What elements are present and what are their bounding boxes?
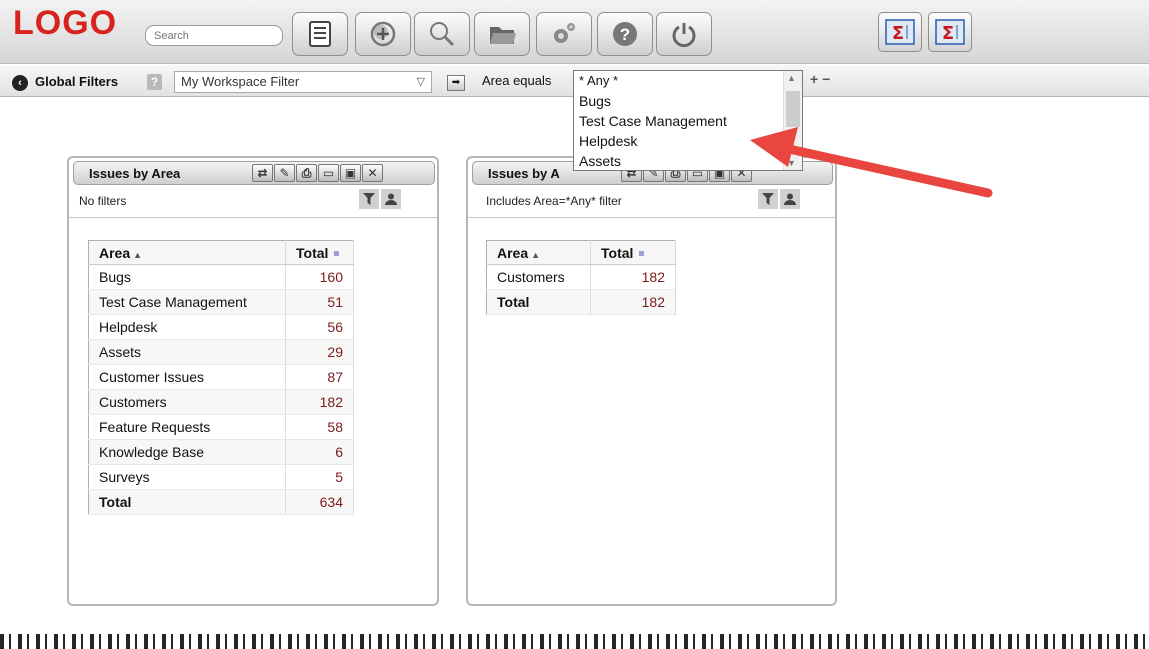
- scroll-thumb[interactable]: [786, 91, 800, 127]
- user-icon[interactable]: [381, 189, 401, 209]
- column-header-total[interactable]: Total: [285, 240, 354, 265]
- table-row: Assets 29: [88, 339, 354, 365]
- area-cell: Customers: [88, 389, 286, 415]
- grand-total-cell[interactable]: 182: [590, 289, 676, 315]
- total-row: Total 634: [88, 489, 354, 515]
- list-button[interactable]: [292, 12, 348, 56]
- find-button[interactable]: [414, 12, 470, 56]
- cropped-bottom-strip: [0, 634, 1149, 649]
- sum-button-1[interactable]: Σ: [878, 12, 922, 52]
- table-row: Customer Issues 87: [88, 364, 354, 390]
- refresh-icon[interactable]: ⇄: [252, 164, 273, 182]
- logo: LOGO: [13, 4, 118, 42]
- total-cell[interactable]: 160: [285, 264, 354, 290]
- svg-text:Σ: Σ: [942, 23, 954, 44]
- area-cell: Helpdesk: [88, 314, 286, 340]
- search-input[interactable]: [145, 25, 283, 46]
- folder-button[interactable]: [474, 12, 530, 56]
- workspace-filter-select[interactable]: My Workspace Filter ▽: [174, 71, 432, 93]
- panel-title: Issues by Area: [89, 166, 181, 181]
- edit-icon[interactable]: ✎: [274, 164, 295, 182]
- area-cell: Customer Issues: [88, 364, 286, 390]
- sum-button-2[interactable]: Σ: [928, 12, 972, 52]
- add-icon: [370, 21, 396, 47]
- add-remove-filter-buttons[interactable]: + −: [810, 71, 830, 87]
- panel-divider: [468, 217, 835, 218]
- chevron-down-icon: ▽: [416, 76, 425, 88]
- filter-icon[interactable]: [359, 189, 379, 209]
- close-icon[interactable]: ✕: [362, 164, 383, 182]
- issues-by-area-filtered-panel: Issues by A ⇄ ✎ ⎙ ▭ ▣ ✕ Includes Area=*A…: [466, 156, 837, 606]
- area-option[interactable]: Bugs: [574, 91, 802, 111]
- maximize-icon[interactable]: ▣: [340, 164, 361, 182]
- scroll-up-icon[interactable]: ▲: [787, 73, 796, 83]
- settings-button[interactable]: [536, 12, 592, 56]
- help-button[interactable]: ?: [597, 12, 653, 56]
- sigma-icon: Σ: [885, 19, 915, 45]
- total-cell[interactable]: 182: [590, 264, 676, 290]
- grand-total-cell[interactable]: 634: [285, 489, 354, 515]
- area-cell: Surveys: [88, 464, 286, 490]
- panel-controls: ⇄ ✎ ⎙ ▭ ▣ ✕: [252, 164, 383, 182]
- annotation-arrow-icon: [750, 127, 993, 198]
- table-row: Test Case Management 51: [88, 289, 354, 315]
- area-cell: Assets: [88, 339, 286, 365]
- sigma-icon: Σ: [935, 19, 965, 45]
- svg-text:Σ: Σ: [892, 23, 904, 44]
- panel-filter-status: No filters: [79, 194, 127, 208]
- print-icon[interactable]: ⎙: [296, 164, 317, 182]
- area-equals-label: Area equals: [482, 73, 552, 88]
- total-label: Total: [88, 489, 286, 515]
- table-row: Customers 182: [486, 264, 676, 290]
- column-header-area[interactable]: Area ▲: [486, 240, 591, 265]
- table-row: Feature Requests 58: [88, 414, 354, 440]
- help-icon: ?: [613, 22, 637, 46]
- top-toolbar: LOGO Search ? Σ Σ: [0, 0, 1149, 64]
- table-row: Bugs 160: [88, 264, 354, 290]
- table-row: Customers 182: [88, 389, 354, 415]
- issues-by-area-panel: Issues by Area ⇄ ✎ ⎙ ▭ ▣ ✕ No filters Ar…: [67, 156, 439, 606]
- area-cell: Customers: [486, 264, 591, 290]
- power-button[interactable]: [656, 12, 712, 56]
- table-row: Knowledge Base 6: [88, 439, 354, 465]
- filters-help-icon[interactable]: ?: [147, 74, 162, 90]
- folder-icon: [490, 27, 516, 44]
- total-cell[interactable]: 5: [285, 464, 354, 490]
- area-option[interactable]: * Any *: [574, 71, 802, 91]
- total-label: Total: [486, 289, 591, 315]
- area-cell: Knowledge Base: [88, 439, 286, 465]
- minimize-icon[interactable]: ▭: [318, 164, 339, 182]
- panel-divider: [69, 217, 437, 218]
- area-totals-table: Area ▲ Total Customers 182 Total 182: [486, 240, 676, 315]
- panel-title: Issues by A: [488, 166, 560, 181]
- apply-arrow-button[interactable]: ➡: [447, 75, 465, 91]
- list-icon: [309, 21, 331, 47]
- collapse-filters-icon[interactable]: ‹: [12, 75, 28, 91]
- table-row: Helpdesk 56: [88, 314, 354, 340]
- total-cell[interactable]: 29: [285, 339, 354, 365]
- column-header-area[interactable]: Area ▲: [88, 240, 286, 265]
- workspace-filter-value: My Workspace Filter: [181, 74, 300, 89]
- panel-header: Issues by Area ⇄ ✎ ⎙ ▭ ▣ ✕: [73, 161, 435, 185]
- total-cell[interactable]: 56: [285, 314, 354, 340]
- total-row: Total 182: [486, 289, 676, 315]
- area-totals-table: Area ▲ Total Bugs 160 Test Case Management…: [88, 240, 354, 515]
- area-cell: Test Case Management: [88, 289, 286, 315]
- total-cell[interactable]: 51: [285, 289, 354, 315]
- table-row: Surveys 5: [88, 464, 354, 490]
- svg-text:?: ?: [620, 25, 630, 44]
- global-filters-label: Global Filters: [35, 74, 119, 89]
- area-cell: Feature Requests: [88, 414, 286, 440]
- total-cell[interactable]: 58: [285, 414, 354, 440]
- gears-icon: [554, 23, 575, 43]
- search-icon: [430, 22, 455, 47]
- add-button[interactable]: [355, 12, 411, 56]
- total-cell[interactable]: 87: [285, 364, 354, 390]
- panel-filter-status: Includes Area=*Any* filter: [486, 194, 622, 208]
- total-cell[interactable]: 182: [285, 389, 354, 415]
- power-icon: [672, 23, 696, 48]
- area-cell: Bugs: [88, 264, 286, 290]
- column-header-total[interactable]: Total: [590, 240, 676, 265]
- total-cell[interactable]: 6: [285, 439, 354, 465]
